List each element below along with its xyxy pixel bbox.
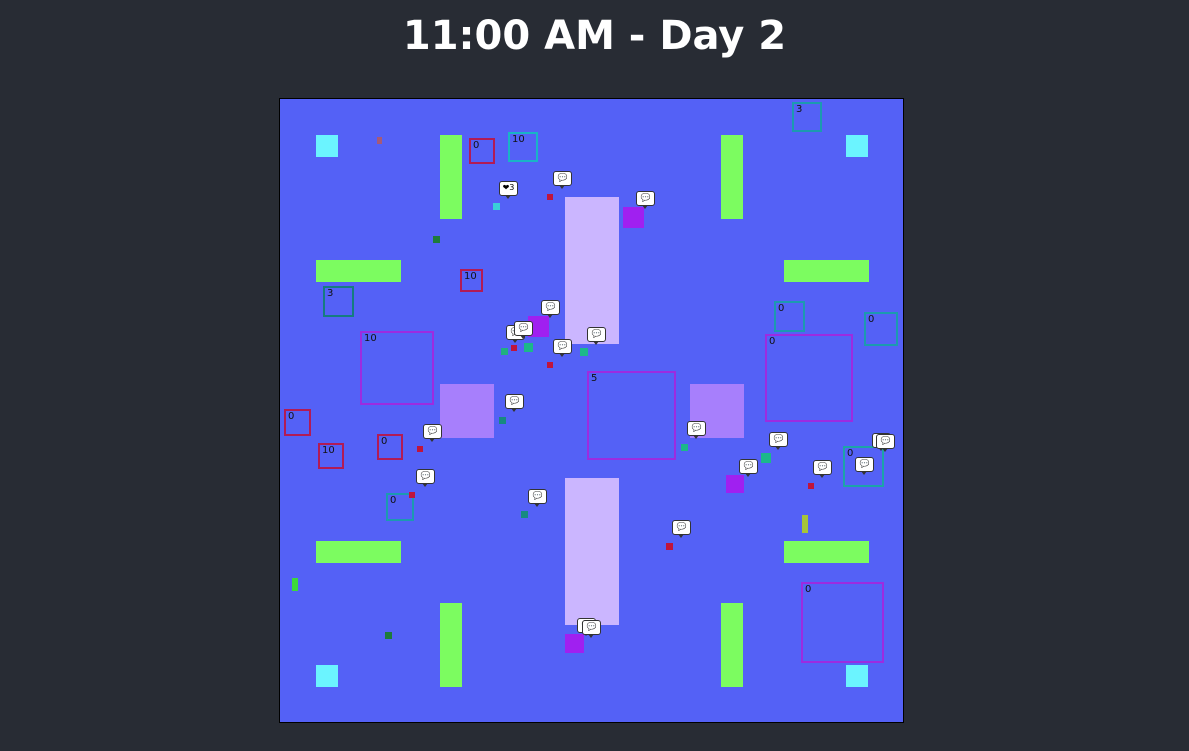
item bbox=[385, 632, 392, 639]
item bbox=[409, 492, 415, 498]
item bbox=[666, 543, 673, 550]
agent[interactable] bbox=[623, 207, 644, 228]
zone[interactable]: 0 bbox=[864, 312, 898, 346]
counter bbox=[565, 478, 619, 625]
agent[interactable] bbox=[565, 634, 584, 653]
item bbox=[499, 417, 506, 424]
booth bbox=[440, 384, 494, 438]
item bbox=[547, 194, 553, 200]
item bbox=[521, 511, 528, 518]
item bbox=[511, 345, 517, 351]
table bbox=[316, 260, 401, 282]
speech-bubble: 💬 bbox=[739, 459, 758, 477]
zone[interactable]: 0 bbox=[774, 301, 805, 332]
game-board[interactable]: 3 0 10 10 3 0 0 10 0 5 0 0 10 0 0 0 ❤3 💬… bbox=[279, 98, 904, 723]
corner-tile bbox=[846, 135, 868, 157]
item bbox=[292, 578, 298, 591]
table bbox=[784, 260, 869, 282]
item bbox=[580, 348, 588, 356]
speech-bubble: 💬 bbox=[528, 489, 547, 507]
speech-bubble: 💬 bbox=[553, 339, 572, 357]
speech-bubble: ❤3 bbox=[499, 181, 518, 199]
table bbox=[784, 541, 869, 563]
speech-bubble: 💬 bbox=[769, 432, 788, 450]
zone-count: 5 bbox=[591, 373, 598, 384]
zone-count: 0 bbox=[288, 411, 295, 422]
item bbox=[802, 515, 808, 533]
zone[interactable]: 0 bbox=[284, 409, 311, 436]
item bbox=[501, 348, 508, 355]
item bbox=[761, 453, 771, 463]
zone[interactable]: 10 bbox=[460, 269, 483, 292]
item bbox=[417, 446, 423, 452]
zone-count: 0 bbox=[381, 436, 388, 447]
zone-count: 0 bbox=[778, 303, 785, 314]
zone-count: 0 bbox=[847, 448, 854, 459]
zone-count: 10 bbox=[512, 134, 525, 145]
speech-bubble: 💬 bbox=[505, 394, 524, 412]
game-clock-title: 11:00 AM - Day 2 bbox=[402, 13, 787, 59]
zone[interactable]: 0 bbox=[377, 434, 403, 460]
zone-count: 0 bbox=[390, 495, 397, 506]
zone-count: 0 bbox=[805, 584, 812, 595]
speech-bubble: 💬 bbox=[514, 321, 533, 339]
speech-bubble: 💬 bbox=[541, 300, 560, 318]
zone-count: 0 bbox=[769, 336, 776, 347]
counter bbox=[565, 197, 619, 344]
zone[interactable]: 10 bbox=[360, 331, 434, 405]
item bbox=[377, 137, 382, 144]
corner-tile bbox=[846, 665, 868, 687]
item bbox=[524, 343, 533, 352]
zone[interactable]: 5 bbox=[587, 371, 676, 460]
corner-tile bbox=[316, 665, 338, 687]
speech-bubble: 💬 bbox=[416, 469, 435, 487]
agent[interactable] bbox=[726, 475, 744, 493]
zone[interactable]: 0 bbox=[765, 334, 853, 422]
table bbox=[316, 541, 401, 563]
speech-bubble: 💬 bbox=[636, 191, 655, 209]
zone[interactable]: 3 bbox=[792, 102, 822, 132]
zone[interactable]: 10 bbox=[508, 132, 538, 162]
zone[interactable]: 0 bbox=[469, 138, 495, 164]
zone-count: 0 bbox=[473, 140, 480, 151]
table bbox=[440, 603, 462, 687]
zone[interactable]: 0 bbox=[801, 582, 884, 663]
speech-bubble: 💬 bbox=[813, 460, 832, 478]
speech-bubble: 💬 bbox=[587, 327, 606, 345]
zone-count: 0 bbox=[868, 314, 875, 325]
zone-count: 10 bbox=[322, 445, 335, 456]
zone-count: 10 bbox=[464, 271, 477, 282]
speech-bubble: 💬 bbox=[855, 457, 874, 475]
item bbox=[433, 236, 440, 243]
item bbox=[808, 483, 814, 489]
table bbox=[721, 135, 743, 219]
zone[interactable]: 10 bbox=[318, 443, 344, 469]
table bbox=[721, 603, 743, 687]
speech-bubble: 💬 bbox=[423, 424, 442, 442]
zone-count: 3 bbox=[327, 288, 334, 299]
speech-bubble: 💬 bbox=[553, 171, 572, 189]
zone-count: 3 bbox=[796, 104, 803, 115]
table bbox=[440, 135, 462, 219]
item bbox=[547, 362, 553, 368]
item bbox=[493, 203, 500, 210]
corner-tile bbox=[316, 135, 338, 157]
speech-bubble: 💬 bbox=[672, 520, 691, 538]
zone-count: 10 bbox=[364, 333, 377, 344]
speech-bubble: 💬 bbox=[876, 434, 895, 452]
item bbox=[681, 444, 688, 451]
zone[interactable]: 3 bbox=[323, 286, 354, 317]
speech-bubble: 💬 bbox=[687, 421, 706, 439]
speech-bubble: 💬 bbox=[582, 620, 601, 638]
